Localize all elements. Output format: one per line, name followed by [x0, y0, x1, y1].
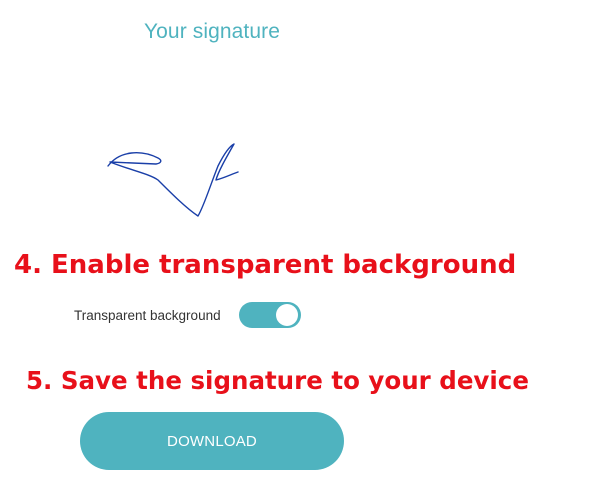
download-button[interactable]: DOWNLOAD	[80, 412, 344, 470]
signature-drawing	[107, 143, 239, 217]
transparent-background-label: Transparent background	[74, 307, 221, 323]
transparent-background-toggle[interactable]	[238, 302, 301, 328]
step-5-instruction: 5. Save the signature to your device	[26, 366, 529, 395]
step-4-instruction: 4. Enable transparent background	[14, 250, 517, 280]
toggle-knob	[275, 304, 298, 326]
transparent-background-row: Transparent background	[74, 300, 301, 330]
signature-heading: Your signature	[143, 20, 281, 43]
